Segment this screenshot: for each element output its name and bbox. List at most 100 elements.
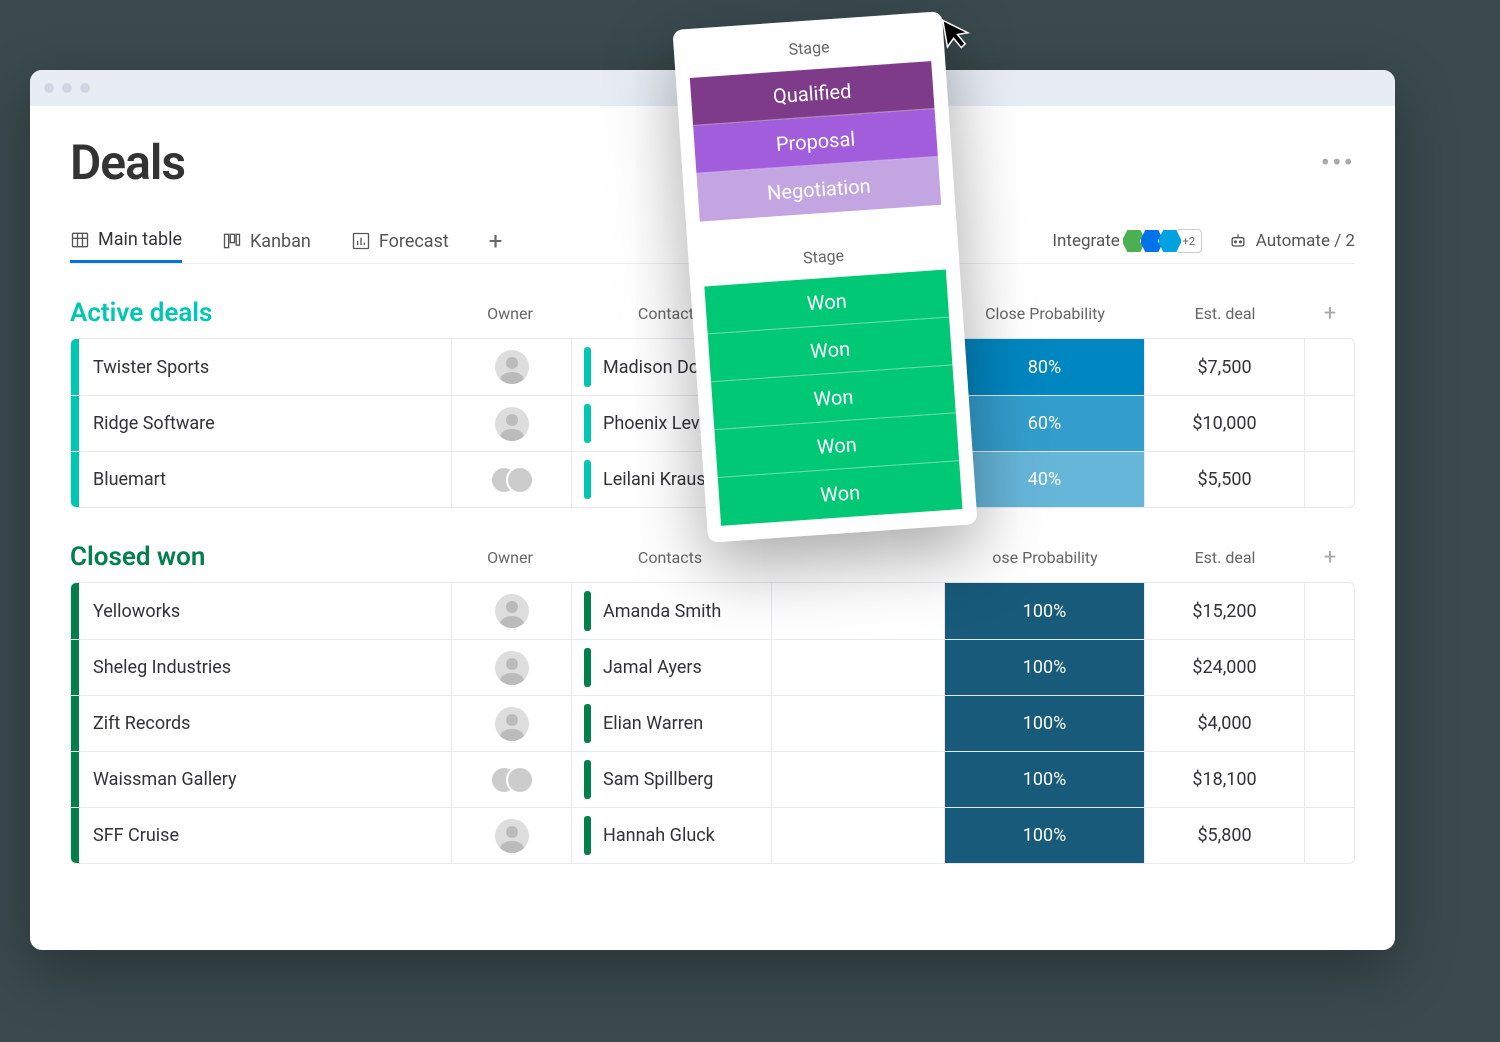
- column-header-owner[interactable]: Owner: [450, 548, 570, 567]
- est-deal-cell[interactable]: $7,500: [1144, 339, 1304, 395]
- column-header-est-deal[interactable]: Est. deal: [1145, 548, 1305, 567]
- contact-name: Leilani Krause: [603, 469, 715, 490]
- contact-name: Phoenix Levy: [603, 413, 708, 434]
- column-header-probability[interactable]: Close Probability: [945, 304, 1145, 323]
- popup-stage-label: Stage: [702, 239, 945, 275]
- contact-status-bar: [584, 591, 591, 630]
- owner-cell[interactable]: [451, 752, 571, 807]
- add-column-button[interactable]: +: [1305, 545, 1355, 570]
- owner-cell[interactable]: [451, 696, 571, 751]
- contact-name: Jamal Ayers: [603, 657, 702, 678]
- spacer-cell: [771, 808, 944, 863]
- owner-avatar[interactable]: [495, 819, 529, 853]
- deal-name-cell[interactable]: Yelloworks: [71, 583, 451, 639]
- contact-cell[interactable]: Sam Spillberg: [571, 752, 771, 807]
- est-deal-cell[interactable]: $15,200: [1144, 583, 1304, 639]
- est-deal-cell[interactable]: $4,000: [1144, 696, 1304, 751]
- stage-popup: Stage QualifiedProposalNegotiation Stage…: [672, 11, 977, 543]
- contact-cell[interactable]: Amanda Smith: [571, 583, 771, 639]
- more-menu-icon[interactable]: •••: [1321, 146, 1355, 179]
- probability-cell[interactable]: 100%: [944, 583, 1144, 639]
- table-row[interactable]: Waissman Gallery Sam Spillberg 100%$18,100: [71, 751, 1354, 807]
- deal-name-cell[interactable]: SFF Cruise: [71, 808, 451, 863]
- group-title[interactable]: Closed won: [70, 542, 450, 572]
- contact-status-bar: [584, 760, 591, 799]
- tab-label: Forecast: [379, 231, 449, 252]
- column-header-est-deal[interactable]: Est. deal: [1145, 304, 1305, 323]
- spacer-cell: [771, 696, 944, 751]
- contact-cell[interactable]: Elian Warren: [571, 696, 771, 751]
- owner-cell[interactable]: [451, 583, 571, 639]
- deal-name-cell[interactable]: Bluemart: [71, 452, 451, 507]
- add-column-button[interactable]: +: [1305, 301, 1355, 326]
- owner-avatar[interactable]: [495, 407, 529, 441]
- contact-status-bar: [584, 460, 591, 499]
- deal-name-cell[interactable]: Sheleg Industries: [71, 640, 451, 695]
- spacer-cell: [771, 752, 944, 807]
- group-closed-won: Closed won Owner Contacts ose Probabilit…: [70, 542, 1355, 864]
- contact-name: Elian Warren: [603, 713, 703, 734]
- contact-status-bar: [584, 816, 591, 855]
- window-dot: [80, 83, 90, 93]
- contact-status-bar: [584, 347, 591, 386]
- probability-cell[interactable]: 100%: [944, 808, 1144, 863]
- est-deal-cell[interactable]: $10,000: [1144, 396, 1304, 451]
- contact-name: Amanda Smith: [603, 601, 721, 622]
- popup-stage-label: Stage: [688, 30, 931, 66]
- group-title[interactable]: Active deals: [70, 298, 450, 328]
- contact-name: Madison Doy: [603, 357, 707, 378]
- est-deal-cell[interactable]: $24,000: [1144, 640, 1304, 695]
- add-view-button[interactable]: +: [489, 227, 503, 255]
- integrate-label: Integrate: [1052, 231, 1119, 251]
- window-dot: [44, 83, 54, 93]
- integrate-button[interactable]: Integrate +2: [1052, 229, 1201, 253]
- deal-name-cell[interactable]: Waissman Gallery: [71, 752, 451, 807]
- owner-cell[interactable]: [451, 396, 571, 451]
- tab-kanban[interactable]: Kanban: [222, 221, 311, 262]
- column-header-contacts[interactable]: Contacts: [570, 548, 770, 567]
- owner-avatar[interactable]: [495, 651, 529, 685]
- deal-name-cell[interactable]: Ridge Software: [71, 396, 451, 451]
- owner-avatar-duo[interactable]: [490, 763, 534, 797]
- table-row[interactable]: SFF Cruise Hannah Gluck 100%$5,800: [71, 807, 1354, 863]
- contact-cell[interactable]: Jamal Ayers: [571, 640, 771, 695]
- window-dot: [62, 83, 72, 93]
- owner-avatar-duo[interactable]: [490, 463, 534, 497]
- owner-cell[interactable]: [451, 339, 571, 395]
- integration-icons: +2: [1128, 229, 1202, 253]
- table-row[interactable]: Zift Records Elian Warren 100%$4,000: [71, 695, 1354, 751]
- robot-icon: [1228, 231, 1248, 251]
- row-end-cell: [1304, 752, 1354, 807]
- est-deal-cell[interactable]: $18,100: [1144, 752, 1304, 807]
- table-row[interactable]: Yelloworks Amanda Smith 100%$15,200: [71, 583, 1354, 639]
- probability-cell[interactable]: 100%: [944, 640, 1144, 695]
- spacer-cell: [771, 640, 944, 695]
- probability-cell[interactable]: 100%: [944, 752, 1144, 807]
- row-end-cell: [1304, 339, 1354, 395]
- tab-main-table[interactable]: Main table: [70, 219, 182, 263]
- column-header-probability[interactable]: ose Probability: [945, 548, 1145, 567]
- table-row[interactable]: Sheleg Industries Jamal Ayers 100%$24,000: [71, 639, 1354, 695]
- owner-cell[interactable]: [451, 452, 571, 507]
- probability-cell[interactable]: 60%: [944, 396, 1144, 451]
- owner-cell[interactable]: [451, 808, 571, 863]
- probability-cell[interactable]: 80%: [944, 339, 1144, 395]
- probability-cell[interactable]: 100%: [944, 696, 1144, 751]
- row-end-cell: [1304, 583, 1354, 639]
- deal-name-cell[interactable]: Zift Records: [71, 696, 451, 751]
- automate-button[interactable]: Automate / 2: [1228, 231, 1355, 251]
- automate-label: Automate / 2: [1256, 231, 1355, 251]
- contact-cell[interactable]: Hannah Gluck: [571, 808, 771, 863]
- owner-cell[interactable]: [451, 640, 571, 695]
- tab-forecast[interactable]: Forecast: [351, 221, 449, 262]
- owner-avatar[interactable]: [495, 594, 529, 628]
- deal-name-cell[interactable]: Twister Sports: [71, 339, 451, 395]
- column-header-owner[interactable]: Owner: [450, 304, 570, 323]
- est-deal-cell[interactable]: $5,800: [1144, 808, 1304, 863]
- contact-name: Sam Spillberg: [603, 769, 713, 790]
- row-end-cell: [1304, 808, 1354, 863]
- owner-avatar[interactable]: [495, 707, 529, 741]
- owner-avatar[interactable]: [495, 350, 529, 384]
- est-deal-cell[interactable]: $5,500: [1144, 452, 1304, 507]
- contact-status-bar: [584, 648, 591, 687]
